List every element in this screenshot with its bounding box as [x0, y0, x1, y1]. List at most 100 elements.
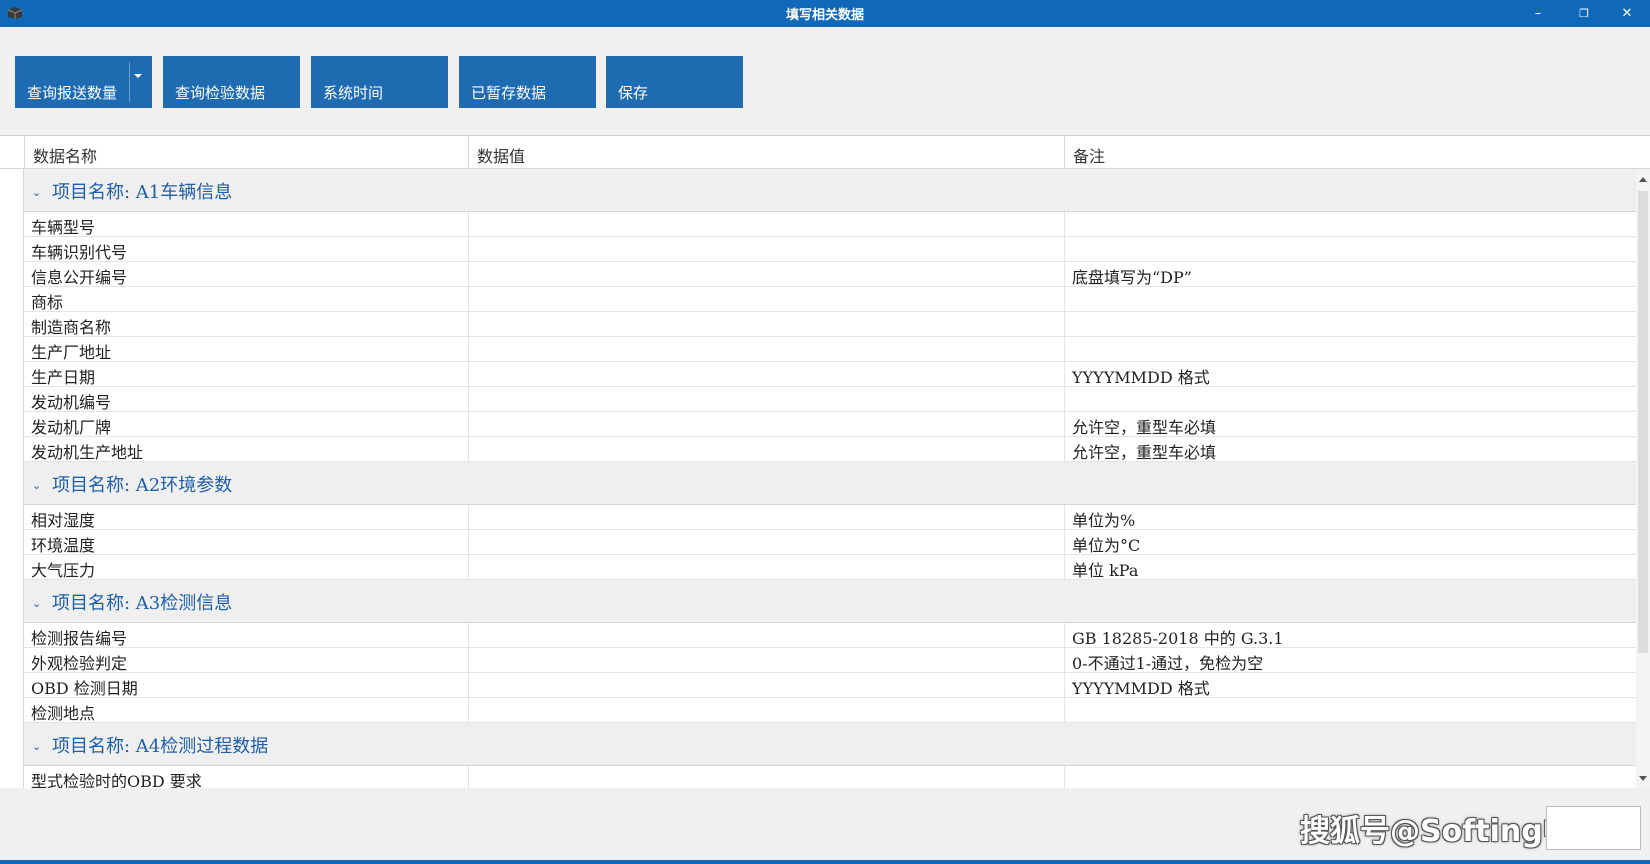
- restore-icon: ❐: [1579, 7, 1589, 20]
- cell-note: [1064, 387, 1636, 412]
- close-button[interactable]: ✕: [1604, 0, 1650, 27]
- restore-button[interactable]: ❐: [1561, 0, 1607, 27]
- table-row[interactable]: 检测报告编号 GB 18285-2018 中的 G.3.1: [24, 623, 1636, 648]
- cell-value[interactable]: [468, 412, 1064, 437]
- cell-value[interactable]: [468, 287, 1064, 312]
- cell-value[interactable]: [468, 262, 1064, 287]
- table-row[interactable]: 型式检验时的OBD 要求: [24, 766, 1636, 788]
- chevron-down-icon[interactable]: ⌄: [32, 186, 44, 199]
- column-header-note[interactable]: 备注: [1064, 136, 1636, 169]
- group-title: 项目名称: A4检测过程数据: [52, 736, 269, 757]
- cell-name: 制造商名称: [31, 318, 112, 337]
- table-row[interactable]: 环境温度 单位为°C: [24, 530, 1636, 555]
- vertical-scrollbar[interactable]: [1636, 169, 1650, 788]
- query-submit-count-button[interactable]: 查询报送数量: [15, 56, 152, 108]
- table-row[interactable]: 相对湿度 单位为%: [24, 505, 1636, 530]
- cell-value[interactable]: [468, 387, 1064, 412]
- data-grid: 数据名称 数据值 备注 ⌄ 项目名称: A1车辆信息车辆型号车辆识别代号 信息公开编…: [0, 135, 1650, 788]
- table-row[interactable]: 生产厂地址: [24, 337, 1636, 362]
- cell-value[interactable]: [468, 530, 1064, 555]
- cell-value[interactable]: [468, 673, 1064, 698]
- cell-value[interactable]: [468, 362, 1064, 387]
- save-button[interactable]: 保存: [606, 56, 743, 108]
- cell-note: 允许空，重型车必填: [1064, 412, 1636, 437]
- button-label: 保存: [618, 84, 649, 102]
- button-label: 查询报送数量: [27, 84, 118, 102]
- cell-name: 外观检验判定: [31, 654, 128, 673]
- group-row[interactable]: ⌄ 项目名称: A2环境参数: [24, 462, 1636, 505]
- cell-value[interactable]: [468, 337, 1064, 362]
- cell-value[interactable]: [468, 312, 1064, 337]
- table-row[interactable]: 商标: [24, 287, 1636, 312]
- chevron-down-icon[interactable]: ⌄: [32, 597, 44, 610]
- chevron-down-icon[interactable]: ⌄: [32, 740, 44, 753]
- cell-name: OBD 检测日期: [31, 679, 138, 698]
- minimize-icon: –: [1534, 6, 1542, 21]
- cell-name: 生产厂地址: [31, 343, 112, 362]
- scrollbar-thumb[interactable]: [1638, 191, 1648, 653]
- close-icon: ✕: [1621, 6, 1633, 21]
- group-row[interactable]: ⌄ 项目名称: A3检测信息: [24, 580, 1636, 623]
- button-label: 查询检验数据: [175, 84, 266, 102]
- chevron-down-icon[interactable]: [134, 74, 142, 78]
- cell-name: 相对湿度: [31, 511, 96, 530]
- table-row[interactable]: 信息公开编号 底盘填写为“DP”: [24, 262, 1636, 287]
- row-indicator-column: [0, 169, 24, 788]
- table-row[interactable]: 外观检验判定 0-不通过1-通过，免检为空: [24, 648, 1636, 673]
- footer-input[interactable]: [1546, 806, 1641, 850]
- table-row[interactable]: 发动机生产地址 允许空，重型车必填: [24, 437, 1636, 462]
- cell-note: [1064, 337, 1636, 362]
- cell-value[interactable]: [468, 698, 1064, 723]
- cell-value[interactable]: [468, 648, 1064, 673]
- button-label: 系统时间: [323, 84, 384, 102]
- cell-name: 型式检验时的OBD 要求: [31, 772, 202, 788]
- cell-value[interactable]: [468, 237, 1064, 262]
- group-title: 项目名称: A1车辆信息: [52, 182, 233, 203]
- cell-name: 发动机厂牌: [31, 418, 112, 437]
- group-row[interactable]: ⌄ 项目名称: A4检测过程数据: [24, 723, 1636, 766]
- cell-name: 车辆识别代号: [31, 243, 128, 262]
- bottom-bar: [0, 860, 1650, 864]
- cell-name: 商标: [31, 293, 64, 312]
- cell-note: YYYYMMDD 格式: [1064, 673, 1636, 698]
- saved-drafts-button[interactable]: 已暂存数据: [459, 56, 596, 108]
- query-inspection-data-button[interactable]: 查询检验数据: [163, 56, 300, 108]
- minimize-button[interactable]: –: [1515, 0, 1561, 27]
- system-time-button[interactable]: 系统时间: [311, 56, 448, 108]
- table-row[interactable]: 生产日期 YYYYMMDD 格式: [24, 362, 1636, 387]
- cell-name: 检测报告编号: [31, 629, 128, 648]
- title-bar: 填写相关数据 – ❐ ✕: [0, 0, 1650, 27]
- table-row[interactable]: 制造商名称: [24, 312, 1636, 337]
- column-header-value[interactable]: 数据值: [468, 136, 1064, 169]
- scroll-down-icon[interactable]: [1639, 776, 1647, 781]
- table-row[interactable]: 检测地点: [24, 698, 1636, 723]
- table-row[interactable]: OBD 检测日期 YYYYMMDD 格式: [24, 673, 1636, 698]
- cell-name: 车辆型号: [31, 218, 96, 237]
- table-row[interactable]: 车辆识别代号: [24, 237, 1636, 262]
- cell-value[interactable]: [468, 623, 1064, 648]
- cell-value[interactable]: [468, 505, 1064, 530]
- column-header-name[interactable]: 数据名称: [24, 136, 468, 169]
- table-row[interactable]: 大气压力 单位 kPa: [24, 555, 1636, 580]
- grid-rows: ⌄ 项目名称: A1车辆信息车辆型号车辆识别代号 信息公开编号 底盘填写为“DP” 商标…: [24, 169, 1636, 788]
- cell-name: 检测地点: [31, 704, 96, 723]
- cell-name: 信息公开编号: [31, 268, 128, 287]
- cell-note: 单位为°C: [1064, 530, 1636, 555]
- chevron-down-icon[interactable]: ⌄: [32, 479, 44, 492]
- cell-note: 0-不通过1-通过，免检为空: [1064, 648, 1636, 673]
- cell-value[interactable]: [468, 555, 1064, 580]
- group-row[interactable]: ⌄ 项目名称: A1车辆信息: [24, 169, 1636, 212]
- cell-note: [1064, 312, 1636, 337]
- table-row[interactable]: 发动机编号: [24, 387, 1636, 412]
- cell-value[interactable]: [468, 212, 1064, 237]
- cell-note: YYYYMMDD 格式: [1064, 362, 1636, 387]
- cell-value[interactable]: [468, 437, 1064, 462]
- cell-name: 环境温度: [31, 536, 96, 555]
- scroll-up-icon[interactable]: [1639, 177, 1647, 182]
- cell-name: 发动机编号: [31, 393, 112, 412]
- cell-value[interactable]: [468, 766, 1064, 788]
- table-row[interactable]: 发动机厂牌 允许空，重型车必填: [24, 412, 1636, 437]
- table-row[interactable]: 车辆型号: [24, 212, 1636, 237]
- cell-note: 允许空，重型车必填: [1064, 437, 1636, 462]
- cell-name: 发动机生产地址: [31, 443, 144, 462]
